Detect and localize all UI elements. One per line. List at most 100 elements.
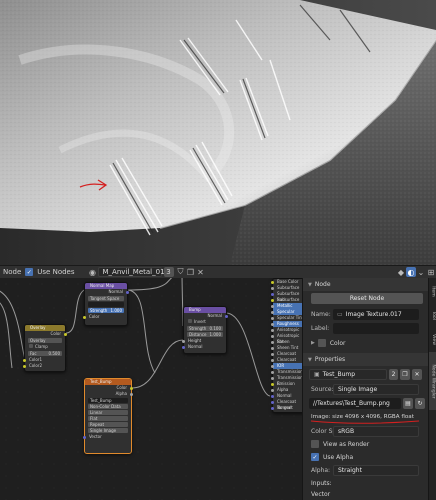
- properties-section-header[interactable]: ▼ Properties: [303, 353, 429, 366]
- distance-value: 1.000: [209, 332, 221, 337]
- use-alpha-row[interactable]: ✓ Use Alpha: [303, 453, 429, 461]
- overlay-clamp[interactable]: Clamp: [25, 344, 65, 350]
- input-socket[interactable]: [271, 286, 274, 290]
- output-socket[interactable]: [64, 332, 67, 336]
- input-socket[interactable]: [23, 364, 26, 368]
- strength-label: Strength: [189, 326, 207, 331]
- input-socket[interactable]: [271, 400, 274, 404]
- input-socket[interactable]: [182, 345, 185, 349]
- input-socket[interactable]: [271, 316, 274, 320]
- color1-label: Color1: [29, 357, 42, 362]
- pin-icon[interactable]: ◆: [396, 267, 406, 277]
- input-socket[interactable]: [271, 376, 274, 380]
- node-name-field[interactable]: ▭ Image Texture.017: [333, 309, 419, 320]
- input-socket[interactable]: [271, 382, 274, 386]
- copy-material-icon[interactable]: ❐: [186, 267, 196, 277]
- image-colorspace-dropdown[interactable]: Non-Color Data: [88, 404, 128, 409]
- tab-view[interactable]: View: [429, 328, 436, 350]
- image-datablock-field[interactable]: Test_Bump: [88, 398, 128, 403]
- bump-strength-slider[interactable]: Strength 0.100: [187, 326, 223, 331]
- overlay-mode-dropdown[interactable]: Overlay: [28, 338, 62, 343]
- 3d-viewport[interactable]: [0, 0, 436, 265]
- color-space-dropdown[interactable]: sRGB: [333, 426, 419, 437]
- input-socket[interactable]: [83, 315, 86, 319]
- input-socket[interactable]: [271, 352, 274, 356]
- snap-icon[interactable]: ⌄: [416, 267, 426, 277]
- normal-map-space-dropdown[interactable]: Tangent Space: [88, 296, 124, 301]
- image-source-dropdown[interactable]: Single Image: [88, 428, 128, 433]
- image-interpolation-dropdown[interactable]: Linear: [88, 410, 128, 415]
- overlay-fac-slider[interactable]: Fac 0.500: [28, 351, 62, 356]
- input-socket[interactable]: [23, 358, 26, 362]
- node-bump[interactable]: Bump Normal Invert Strength 0.100 Distan…: [182, 306, 228, 354]
- view-as-render-checkbox[interactable]: [311, 440, 319, 448]
- input-socket[interactable]: [271, 304, 274, 308]
- input-socket[interactable]: [271, 388, 274, 392]
- principled-input-row[interactable]: Tangent: [271, 405, 302, 411]
- reload-image-icon[interactable]: ↻: [415, 398, 425, 409]
- clamp-checkbox[interactable]: [29, 344, 33, 348]
- normal-map-uv-field[interactable]: [88, 302, 124, 307]
- sidebar-toggle-icon[interactable]: ⊞: [426, 267, 436, 277]
- color-row[interactable]: ▶ Color: [303, 339, 429, 347]
- node-editor-canvas[interactable]: Base Color Subsurface Subsurface Rad. Subsu…: [0, 278, 302, 500]
- output-socket[interactable]: [130, 386, 133, 390]
- invert-checkbox[interactable]: [188, 319, 192, 323]
- source-dropdown[interactable]: Single Image: [333, 384, 419, 395]
- fake-user-shield-icon[interactable]: ⛉: [176, 267, 186, 277]
- image-projection-dropdown[interactable]: Flat: [88, 416, 128, 421]
- material-user-count[interactable]: 3: [163, 267, 174, 277]
- image-user-count[interactable]: 2: [389, 369, 398, 380]
- input-socket[interactable]: [182, 339, 185, 343]
- input-socket[interactable]: [271, 298, 274, 302]
- node-label-field[interactable]: [333, 323, 419, 334]
- input-socket[interactable]: [271, 322, 274, 326]
- input-socket[interactable]: [271, 310, 274, 314]
- input-socket[interactable]: [271, 370, 274, 374]
- output-socket[interactable]: [126, 290, 129, 294]
- filepath-field[interactable]: //Textures\Test_Bump.png: [309, 398, 401, 409]
- view-as-render-row[interactable]: View as Render: [303, 440, 429, 448]
- output-socket[interactable]: [130, 392, 133, 396]
- duplicate-image-icon[interactable]: ❐: [400, 369, 410, 380]
- normal-map-strength-slider[interactable]: Strength 1.000: [88, 308, 124, 313]
- material-sphere-icon[interactable]: ◉: [88, 267, 98, 277]
- image-datablock-selector[interactable]: ▣ Test_Bump: [309, 369, 387, 380]
- image-extension-dropdown[interactable]: Repeat: [88, 422, 128, 427]
- alpha-mode-dropdown[interactable]: Straight: [333, 465, 419, 476]
- input-socket[interactable]: [271, 406, 274, 410]
- overlay-toggle-icon[interactable]: ◐: [406, 267, 416, 277]
- tab-tool[interactable]: Tool: [429, 304, 436, 326]
- input-socket[interactable]: [271, 364, 274, 368]
- input-socket[interactable]: [271, 394, 274, 398]
- tab-item[interactable]: Item: [429, 280, 436, 302]
- color-checkbox[interactable]: [317, 339, 326, 347]
- node-overlay[interactable]: Overlay Color Overlay Clamp Fac 0.500 Co…: [23, 324, 67, 372]
- bump-invert[interactable]: Invert: [184, 319, 226, 325]
- node-name-value: Image Texture.017: [345, 311, 402, 318]
- use-alpha-checkbox[interactable]: ✓: [311, 453, 319, 461]
- image-datablock-name: Test_Bump: [322, 371, 356, 378]
- input-socket[interactable]: [271, 280, 274, 284]
- tab-node-wrangler[interactable]: Node Wrangler: [429, 352, 436, 410]
- unlink-material-icon[interactable]: ✕: [196, 267, 206, 277]
- input-socket[interactable]: [271, 328, 274, 332]
- unlink-image-icon[interactable]: ✕: [412, 369, 422, 380]
- browse-file-icon[interactable]: ▤: [403, 398, 413, 409]
- input-socket[interactable]: [271, 346, 274, 350]
- use-nodes-checkbox[interactable]: ✓: [24, 267, 34, 277]
- input-socket[interactable]: [271, 340, 274, 344]
- output-socket[interactable]: [225, 314, 228, 318]
- node-image-texture[interactable]: Test_Bump Color Alpha Test_Bump Non-Colo…: [83, 378, 133, 454]
- input-socket[interactable]: [83, 435, 86, 439]
- bump-distance-slider[interactable]: Distance 1.000: [187, 332, 223, 337]
- node-principled-bsdf[interactable]: Base Color Subsurface Subsurface Rad. Subsu…: [271, 278, 302, 413]
- reset-node-button[interactable]: Reset Node: [311, 293, 423, 304]
- input-socket[interactable]: [271, 334, 274, 338]
- header-node-menu[interactable]: Node: [0, 268, 24, 276]
- input-socket[interactable]: [271, 358, 274, 362]
- node-normal-map[interactable]: Normal Map Normal Tangent Space Strength…: [83, 282, 129, 326]
- material-name-field[interactable]: M_Anvil_Metal_01: [97, 267, 165, 277]
- node-section-header[interactable]: ▼ Node: [303, 278, 429, 291]
- input-socket[interactable]: [271, 292, 274, 296]
